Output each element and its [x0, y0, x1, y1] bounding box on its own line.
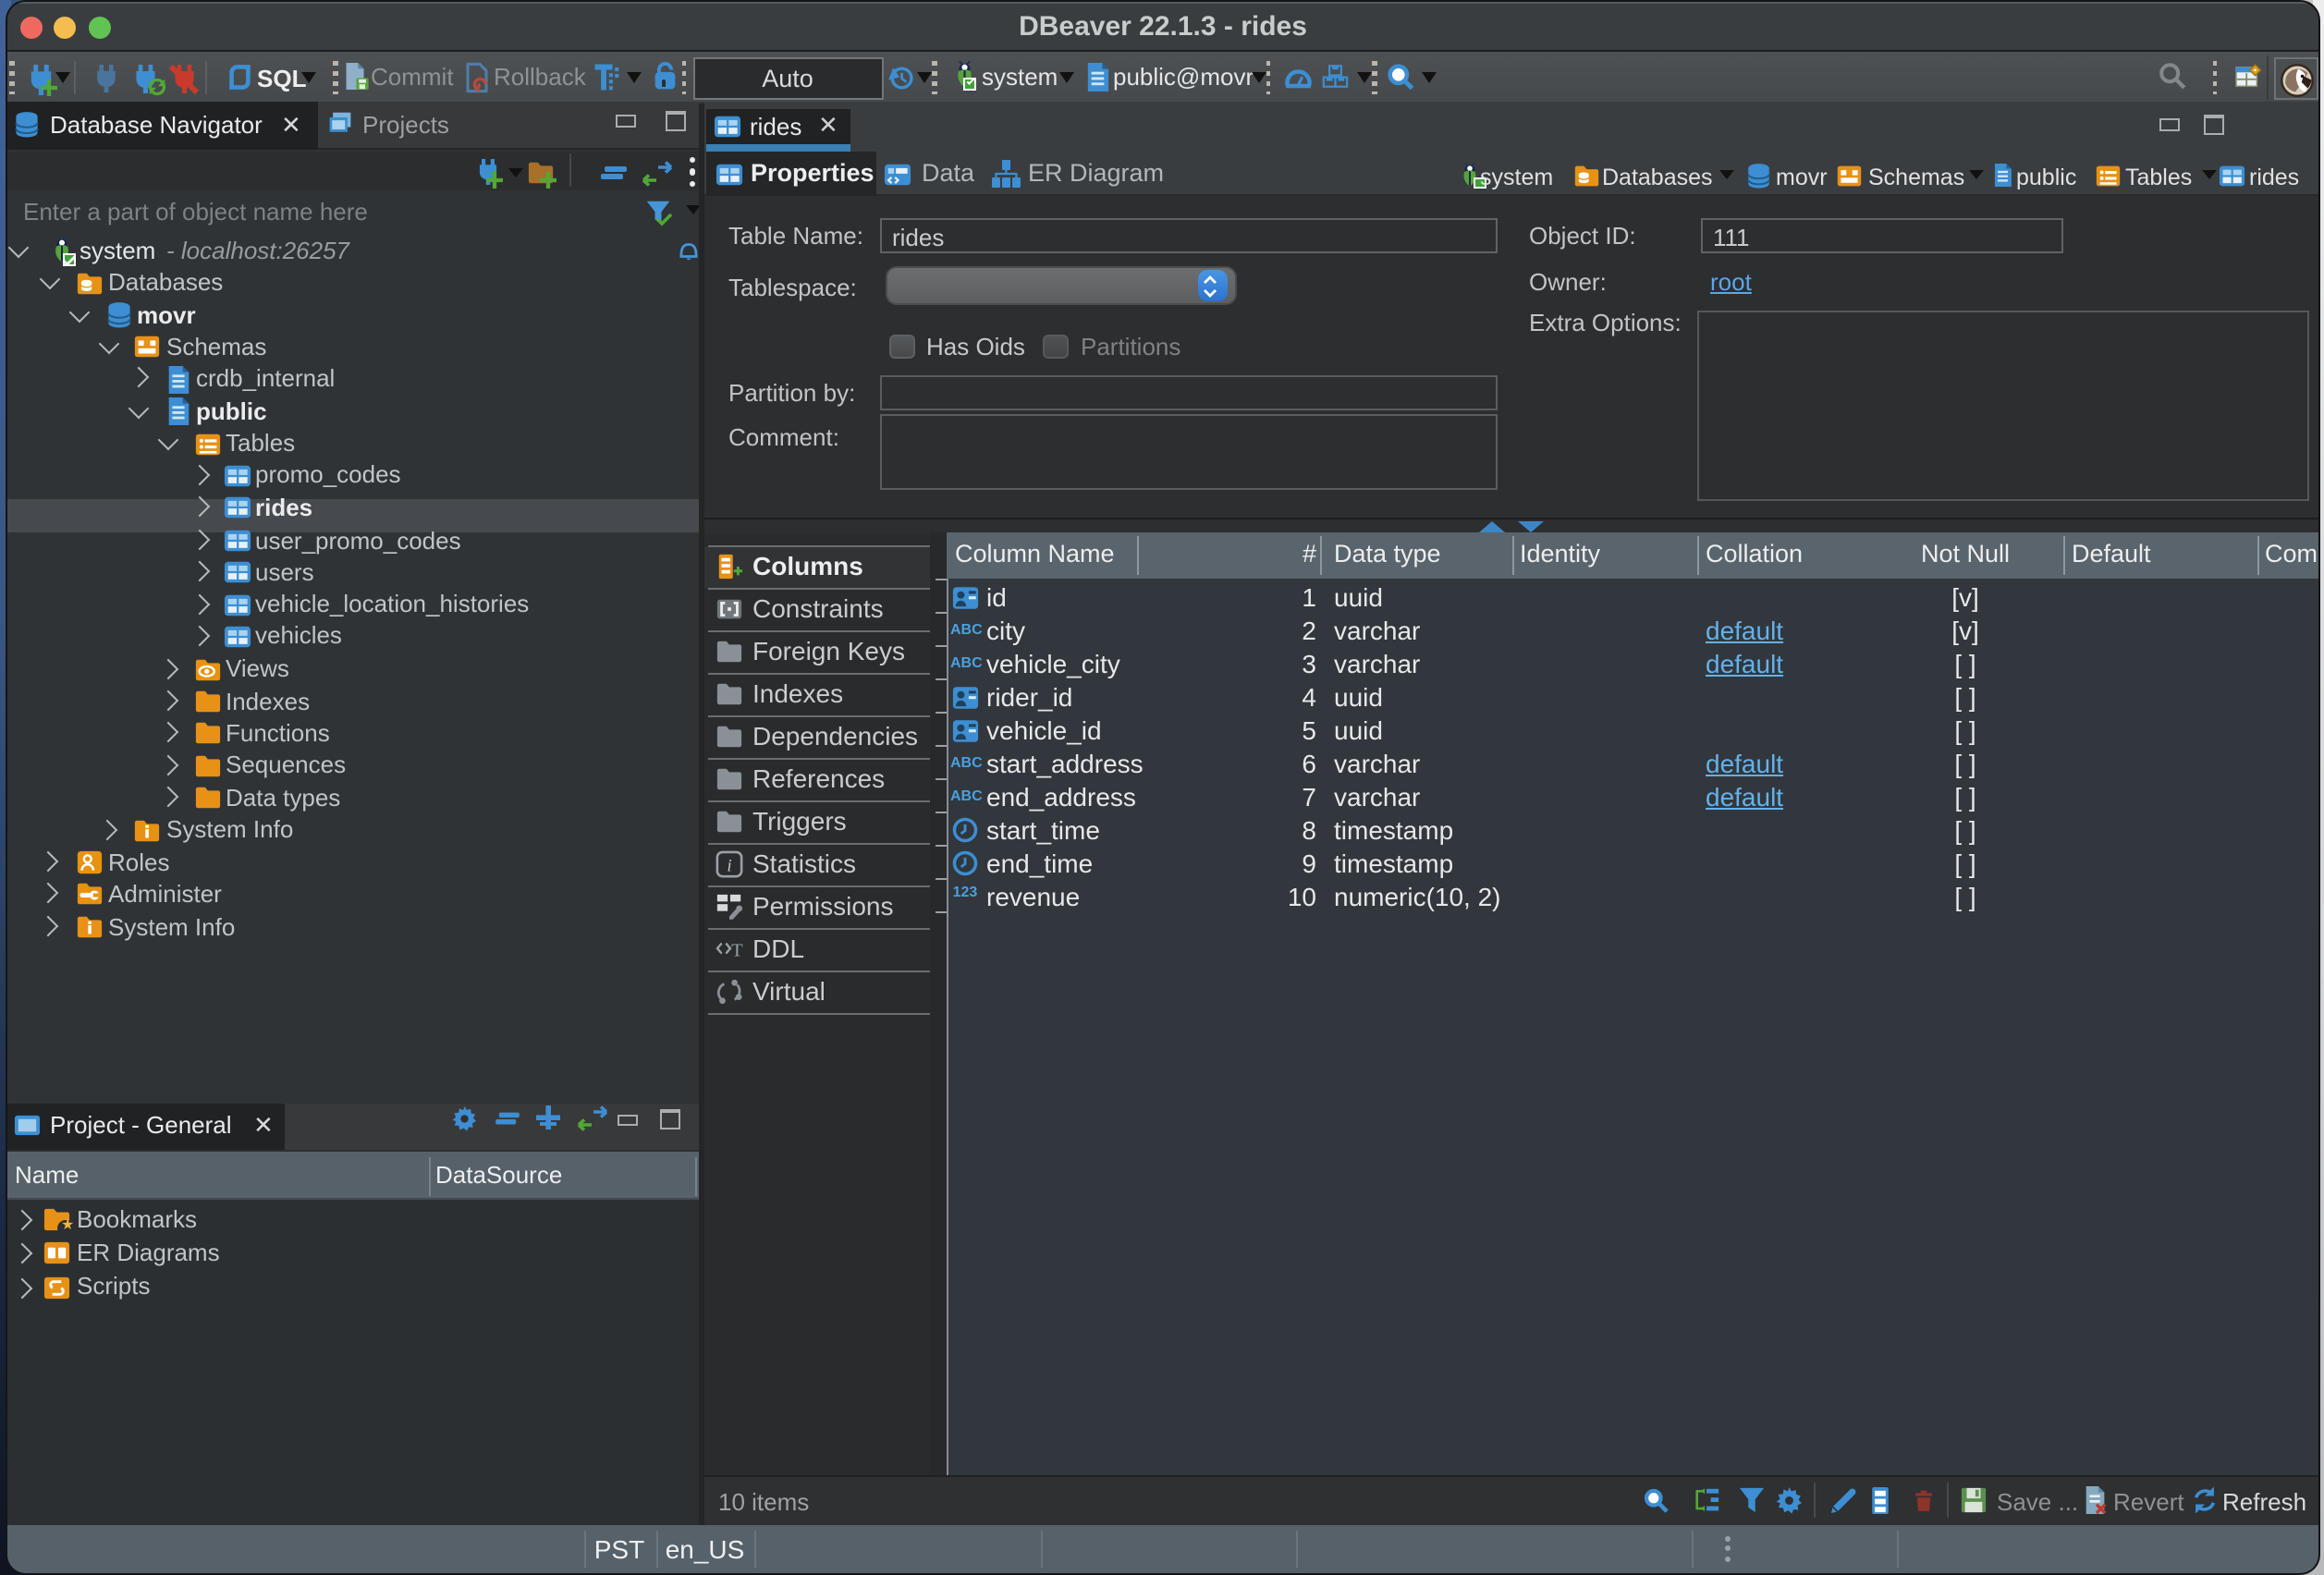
svg-text:T: T	[730, 939, 742, 959]
svg-text:i: i	[726, 856, 730, 875]
